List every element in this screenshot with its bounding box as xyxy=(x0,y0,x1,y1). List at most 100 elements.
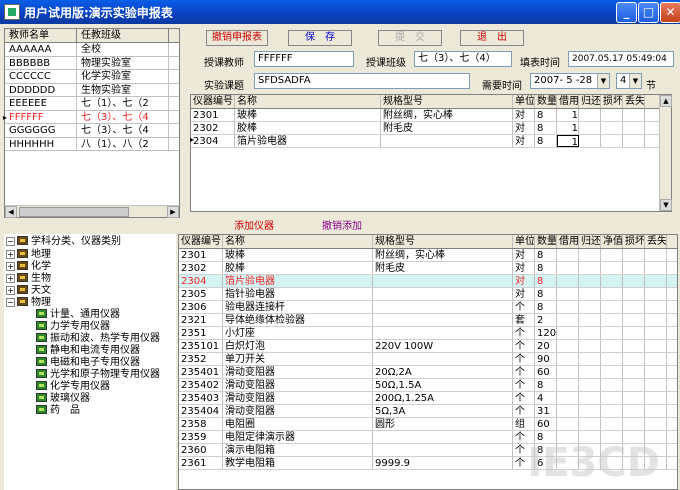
tree-category[interactable]: 振动和波、热学专用仪器 xyxy=(36,333,160,345)
expand-icon[interactable]: + xyxy=(6,250,15,259)
request-col-header[interactable]: 名称 xyxy=(235,95,381,108)
catalog-row[interactable]: 235403 滑动变阻器 200Ω,1.25A 个 4 xyxy=(179,392,677,405)
catalog-row[interactable]: 2301 玻棒 附丝绸，实心棒对 8 xyxy=(179,249,677,262)
scroll-left-icon[interactable]: ◀ xyxy=(5,206,17,218)
tree-category-label: 玻璃仪器 xyxy=(50,393,90,404)
revoke-form-button[interactable]: 撤销申报表 xyxy=(206,30,268,46)
request-col-header[interactable]: 单位 xyxy=(513,95,535,108)
submit-button[interactable]: 提 交 xyxy=(378,30,442,46)
request-cell[interactable]: 1 xyxy=(557,109,579,121)
expand-icon[interactable]: + xyxy=(6,274,15,283)
catalog-col-header[interactable]: 数量 xyxy=(535,235,557,248)
teacher-row[interactable]: DDDDDD 生物实验室 xyxy=(5,83,179,97)
tree-category[interactable]: 药 品 xyxy=(36,405,80,417)
catalog-row[interactable]: 235404 滑动变阻器 5Ω,3A 个 31 xyxy=(179,405,677,418)
teacher-row[interactable]: CCCCCC 化学实验室 xyxy=(5,70,179,84)
catalog-row[interactable]: 2321 导体绝缘体检验器 套 2 xyxy=(179,314,677,327)
tree-category[interactable]: 静电和电流专用仪器 xyxy=(36,345,140,357)
request-grid-vscroll[interactable]: ▲ ▼ xyxy=(659,95,672,211)
request-row[interactable]: 2304 箔片验电器 对 8 1 ▸ xyxy=(190,135,671,148)
tree-category[interactable]: 玻璃仪器 xyxy=(36,393,90,405)
catalog-col-header[interactable]: 规格型号 xyxy=(373,235,513,248)
teacher-field[interactable]: FFFFFF xyxy=(254,51,354,67)
catalog-row[interactable]: 2358 电阻圈 圆形组 60 xyxy=(179,418,677,431)
catalog-row[interactable]: 2306 验电器连接杆 个 8 xyxy=(179,301,677,314)
collapse-icon[interactable]: − xyxy=(6,298,15,307)
request-col-header[interactable]: 仪器编号 xyxy=(191,95,235,108)
catalog-col-header[interactable]: 借用 xyxy=(557,235,579,248)
request-col-header[interactable]: 归还 xyxy=(579,95,601,108)
tree-root[interactable]: − 学科分类、仪器类别 xyxy=(6,236,121,248)
tree-subject[interactable]: + 生物 xyxy=(6,273,51,285)
teacher-row[interactable]: BBBBBB 物理实验室 xyxy=(5,56,179,70)
scroll-down-icon[interactable]: ▼ xyxy=(660,199,672,211)
class-field[interactable]: 七（3）、七（4） xyxy=(414,51,512,67)
tree-subject[interactable]: + 天文 xyxy=(6,285,51,297)
chevron-down-icon[interactable]: ▼ xyxy=(629,74,641,88)
scroll-right-icon[interactable]: ▶ xyxy=(167,206,179,218)
catalog-row[interactable]: 235101 白炽灯泡 220V 100W 个 20 xyxy=(179,340,677,353)
expand-icon[interactable]: + xyxy=(6,286,15,295)
maximize-button[interactable]: □ xyxy=(638,2,659,23)
catalog-col-header[interactable]: 单位 xyxy=(513,235,535,248)
tree-subject[interactable]: − 物理 xyxy=(6,297,51,309)
request-grid[interactable]: 仪器编号 名称 规格型号 单位 数量 借用 归还 损坏 丢失 2301 玻棒 附丝绸，实心棒对 8 1 2… xyxy=(190,94,672,212)
catalog-col-header[interactable]: 损坏 xyxy=(623,235,645,248)
tree-category[interactable]: 光学和原子物理专用仪器 xyxy=(36,369,160,381)
catalog-row[interactable]: 235402 滑动变阻器 50Ω,1.5A 个 8 xyxy=(179,379,677,392)
catalog-col-header[interactable]: 净值 xyxy=(601,235,623,248)
catalog-row[interactable]: 2351 小灯座 个 120 xyxy=(179,327,677,340)
catalog-col-header[interactable]: 丢失 xyxy=(645,235,667,248)
tree-category[interactable]: 计量、通用仪器 xyxy=(36,309,120,321)
request-col-header[interactable]: 借用 xyxy=(557,95,579,108)
header-class[interactable]: 任教班级 xyxy=(77,29,169,42)
catalog-row[interactable]: 2305 指针验电器 对 8 xyxy=(179,288,677,301)
catalog-col-header[interactable]: 名称 xyxy=(223,235,373,248)
request-cell[interactable]: 1 xyxy=(557,135,579,147)
tree-category[interactable]: 化学专用仪器 xyxy=(36,381,110,393)
save-button[interactable]: 保 存 xyxy=(288,30,352,46)
teacher-row[interactable]: AAAAAA 全校 xyxy=(5,43,179,57)
scroll-thumb[interactable] xyxy=(19,207,129,217)
request-col-header[interactable]: 规格型号 xyxy=(381,95,513,108)
header-teacher[interactable]: 教师名单 xyxy=(5,29,77,42)
expand-icon[interactable]: + xyxy=(6,262,15,271)
request-row[interactable]: 2302 胶棒 附毛皮对 8 1 xyxy=(191,122,671,135)
chevron-down-icon[interactable]: ▼ xyxy=(597,74,609,88)
teacher-row[interactable]: GGGGGG 七（3）、七（4 xyxy=(5,124,179,138)
catalog-cell xyxy=(645,288,667,300)
catalog-col-header[interactable]: 归还 xyxy=(579,235,601,248)
exit-button[interactable]: 退 出 xyxy=(460,30,524,46)
request-col-header[interactable]: 数量 xyxy=(535,95,557,108)
teacher-row[interactable]: FFFFFF七（3）、七（4 xyxy=(3,110,179,124)
catalog-row[interactable]: 2352 单刀开关 个 90 xyxy=(179,353,677,366)
request-col-header[interactable]: 丢失 xyxy=(623,95,645,108)
request-cell[interactable]: 1 xyxy=(557,122,579,134)
tree-subject[interactable]: + 化学 xyxy=(6,261,51,273)
catalog-row[interactable]: 2302 胶棒 附毛皮对 8 xyxy=(179,262,677,275)
catalog-row[interactable]: 235401 滑动变阻器 20Ω,2A 个 60 xyxy=(179,366,677,379)
folder-icon xyxy=(17,236,28,245)
request-col-header[interactable]: 损坏 xyxy=(601,95,623,108)
scroll-up-icon[interactable]: ▲ xyxy=(660,95,672,107)
teacher-row[interactable]: HHHHHH 八（1）、八（2 xyxy=(5,137,179,151)
tree-category[interactable]: 电磁和电子专用仪器 xyxy=(36,357,140,369)
collapse-icon[interactable]: − xyxy=(6,237,15,246)
period-dropdown[interactable]: 4 ▼ xyxy=(616,73,642,89)
category-tree[interactable]: − 学科分类、仪器类别 + 地理 + 化学 + 生物 + 天文 − 物理 计量、通用仪器 力学专用仪器… xyxy=(4,234,176,490)
fill-time-field[interactable]: 2007.05.17 05:49:04 xyxy=(568,51,674,67)
tree-category[interactable]: 力学专用仪器 xyxy=(36,321,110,333)
teacher-list[interactable]: 教师名单 任教班级 AAAAAA 全校 BBBBBB 物理实验室 CCCCCC 化学实验室… xyxy=(3,28,180,218)
teacher-list-hscroll[interactable]: ◀ ▶ xyxy=(5,205,179,218)
app-icon xyxy=(4,4,20,20)
topic-field[interactable]: SFDSADFA xyxy=(254,73,470,89)
catalog-row[interactable]: 2304 箔片验电器 对 8 xyxy=(179,275,677,288)
need-date-dropdown[interactable]: 2007- 5 -28 ▼ xyxy=(530,73,610,89)
tree-subject[interactable]: + 地理 xyxy=(6,249,51,261)
minimize-button[interactable]: _ xyxy=(616,2,637,23)
teacher-row[interactable]: EEEEEE 七（1）、七（2 xyxy=(5,97,179,111)
request-row[interactable]: 2301 玻棒 附丝绸，实心棒对 8 1 xyxy=(191,109,671,122)
catalog-col-header[interactable]: 仪器编号 xyxy=(179,235,223,248)
catalog-cell xyxy=(557,301,579,313)
close-button[interactable]: ✕ xyxy=(660,2,680,23)
